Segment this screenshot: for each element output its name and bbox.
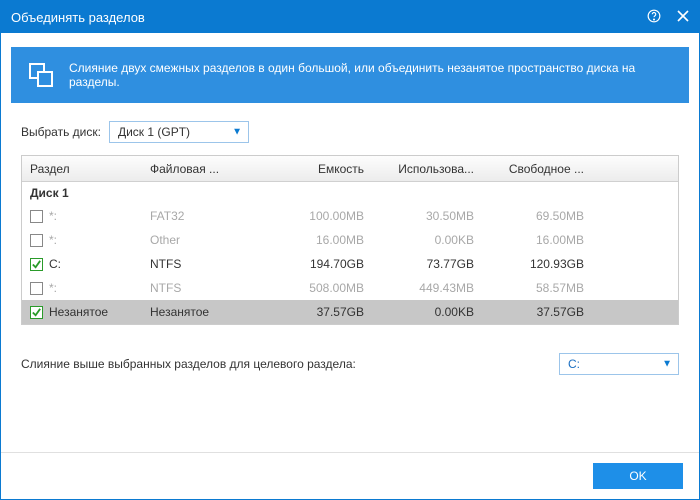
titlebar: Объединять разделов xyxy=(1,1,699,33)
cell-free: 120.93GB xyxy=(482,257,592,271)
cell-partition: *: xyxy=(22,233,142,247)
cell-filesystem: FAT32 xyxy=(142,209,262,223)
cell-used: 0.00KB xyxy=(372,233,482,247)
cell-filesystem: NTFS xyxy=(142,257,262,271)
dialog-footer: OK xyxy=(1,452,699,499)
cell-used: 30.50MB xyxy=(372,209,482,223)
cell-filesystem: NTFS xyxy=(142,281,262,295)
cell-free: 16.00MB xyxy=(482,233,592,247)
disk-select-value: Диск 1 (GPT) xyxy=(118,125,190,139)
row-checkbox xyxy=(30,210,43,223)
row-checkbox[interactable] xyxy=(30,258,43,271)
row-checkbox xyxy=(30,234,43,247)
dialog-body: Выбрать диск: Диск 1 (GPT) ▼ Раздел Файл… xyxy=(1,103,699,452)
chevron-down-icon: ▼ xyxy=(232,127,242,138)
cell-used: 449.43MB xyxy=(372,281,482,295)
partition-label: *: xyxy=(49,209,57,223)
merge-target-label: Слияние выше выбранных разделов для целе… xyxy=(21,357,559,371)
cell-free: 58.57MB xyxy=(482,281,592,295)
col-partition[interactable]: Раздел xyxy=(22,162,142,176)
banner-text: Слияние двух смежных разделов в один бол… xyxy=(69,61,673,89)
cell-capacity: 16.00MB xyxy=(262,233,372,247)
chevron-down-icon: ▼ xyxy=(662,359,672,370)
row-checkbox[interactable] xyxy=(30,306,43,319)
cell-filesystem: Other xyxy=(142,233,262,247)
merge-target-combo[interactable]: C: ▼ xyxy=(559,353,679,375)
table-row[interactable]: C: NTFS194.70GB73.77GB120.93GB xyxy=(22,252,678,276)
titlebar-controls xyxy=(647,9,689,25)
disk-select-combo[interactable]: Диск 1 (GPT) ▼ xyxy=(109,121,249,143)
table-row: *: FAT32100.00MB30.50MB69.50MB xyxy=(22,204,678,228)
cell-free: 37.57GB xyxy=(482,305,592,319)
cell-partition: *: xyxy=(22,281,142,295)
group-label: Диск 1 xyxy=(30,186,69,200)
cell-capacity: 37.57GB xyxy=(262,305,372,319)
col-used[interactable]: Использова... xyxy=(372,162,482,176)
cell-partition: Незанятое xyxy=(22,305,142,319)
cell-used: 0.00KB xyxy=(372,305,482,319)
partition-label: *: xyxy=(49,281,57,295)
col-capacity[interactable]: Емкость xyxy=(262,162,372,176)
partition-label: *: xyxy=(49,233,57,247)
row-checkbox xyxy=(30,282,43,295)
cell-filesystem: Незанятое xyxy=(142,305,262,319)
col-free[interactable]: Свободное ... xyxy=(482,162,592,176)
partition-label: Незанятое xyxy=(49,305,108,319)
table-header: Раздел Файловая ... Емкость Использова..… xyxy=(22,156,678,182)
table-group-row: Диск 1 xyxy=(22,182,678,204)
col-filesystem[interactable]: Файловая ... xyxy=(142,162,262,176)
cell-partition: *: xyxy=(22,209,142,223)
close-icon[interactable] xyxy=(677,10,689,24)
dialog-window: Объединять разделов Слияние двух смежных… xyxy=(0,0,700,500)
info-banner: Слияние двух смежных разделов в один бол… xyxy=(11,47,689,103)
cell-partition: C: xyxy=(22,257,142,271)
table-row: *: NTFS508.00MB449.43MB58.57MB xyxy=(22,276,678,300)
cell-capacity: 100.00MB xyxy=(262,209,372,223)
cell-used: 73.77GB xyxy=(372,257,482,271)
disk-select-row: Выбрать диск: Диск 1 (GPT) ▼ xyxy=(21,121,679,143)
cell-capacity: 508.00MB xyxy=(262,281,372,295)
partition-table: Раздел Файловая ... Емкость Использова..… xyxy=(21,155,679,325)
merge-target-row: Слияние выше выбранных разделов для целе… xyxy=(21,353,679,375)
table-row: *:Other16.00MB0.00KB16.00MB xyxy=(22,228,678,252)
help-icon[interactable] xyxy=(647,9,661,25)
ok-button[interactable]: OK xyxy=(593,463,683,489)
disk-select-label: Выбрать диск: xyxy=(21,125,101,139)
cell-capacity: 194.70GB xyxy=(262,257,372,271)
table-row[interactable]: НезанятоеНезанятое37.57GB0.00KB37.57GB xyxy=(22,300,678,324)
table-body: *:FAT32100.00MB30.50MB69.50MB*:Other16.0… xyxy=(22,204,678,324)
cell-free: 69.50MB xyxy=(482,209,592,223)
partition-label: C: xyxy=(49,257,61,271)
merge-target-value: C: xyxy=(568,357,580,371)
merge-icon xyxy=(27,61,55,89)
window-title: Объединять разделов xyxy=(11,10,647,25)
